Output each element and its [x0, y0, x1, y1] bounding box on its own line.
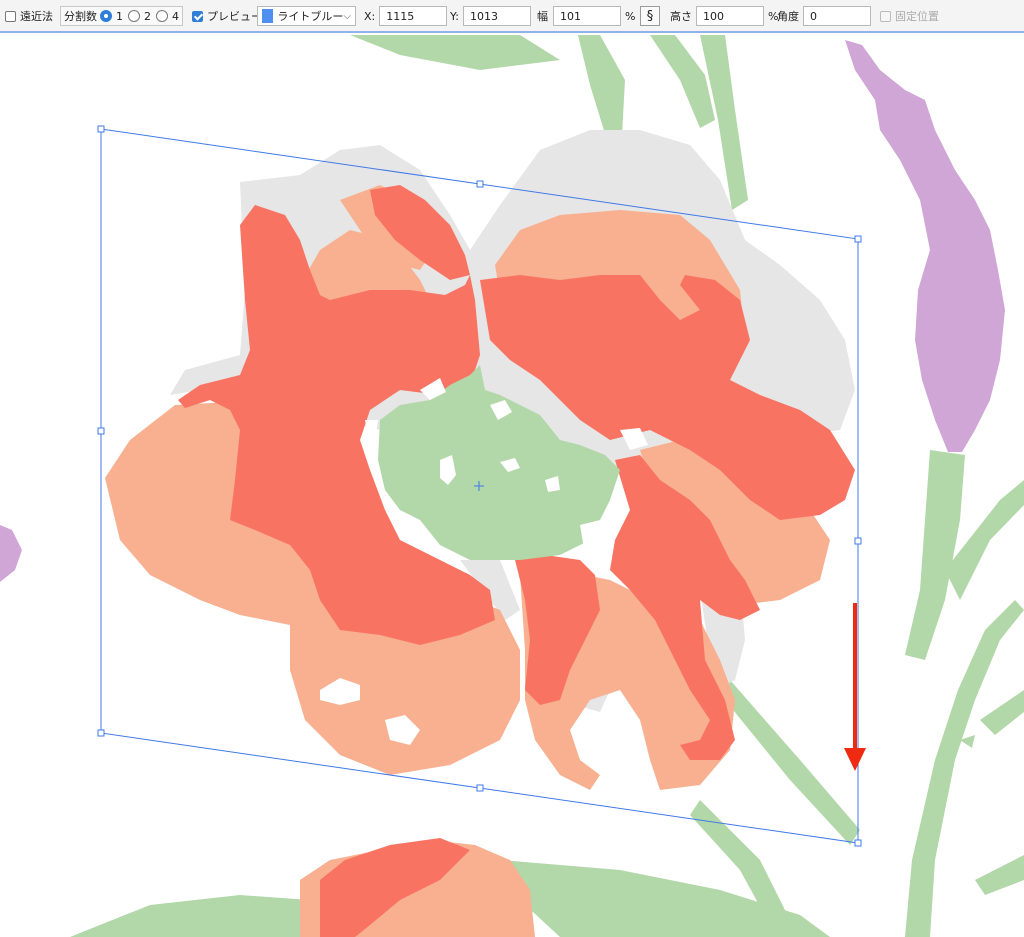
chevron-down-icon: ⌵	[343, 10, 351, 22]
fixed-position-label: 固定位置	[895, 10, 939, 23]
width-group: 幅 %	[537, 6, 635, 26]
handle-bottom-left[interactable]	[97, 729, 105, 737]
division-radio-4[interactable]	[156, 10, 168, 22]
y-input[interactable]	[462, 6, 531, 26]
down-arrow-icon	[844, 603, 866, 771]
preview-checkbox[interactable]	[192, 10, 203, 22]
division-option-4: 4	[172, 9, 179, 23]
drawing-canvas[interactable]	[0, 35, 1024, 937]
handle-bottom-right[interactable]	[854, 839, 862, 847]
y-group: Y:	[450, 6, 531, 26]
width-label: 幅	[537, 10, 548, 23]
height-group: 高さ %	[670, 6, 778, 26]
handle-top-left[interactable]	[97, 125, 105, 133]
perspective-label: 遠近法	[20, 10, 53, 23]
division-option-1: 1	[116, 9, 123, 23]
perspective-toggle[interactable]: 遠近法	[5, 6, 53, 26]
handle-top-center[interactable]	[476, 180, 484, 188]
handle-middle-left[interactable]	[97, 427, 105, 435]
color-dropdown[interactable]: ライトブルー ⌵	[257, 6, 356, 26]
width-unit: %	[625, 9, 636, 23]
preview-toggle[interactable]: プレビュー	[192, 6, 262, 26]
handle-bottom-center[interactable]	[476, 784, 484, 792]
width-input[interactable]	[553, 6, 621, 26]
x-group: X:	[364, 6, 448, 26]
height-label: 高さ	[670, 10, 692, 23]
color-swatch	[262, 9, 274, 23]
handle-top-right[interactable]	[854, 235, 862, 243]
division-option-2: 2	[144, 9, 151, 23]
division-radio-1[interactable]	[100, 10, 112, 22]
x-label: X:	[364, 9, 376, 23]
perspective-checkbox[interactable]	[5, 10, 16, 22]
fixed-position-checkbox[interactable]	[880, 10, 891, 22]
angle-input[interactable]	[803, 6, 871, 26]
aspect-link-button[interactable]: §	[640, 6, 660, 26]
chain-link-icon: §	[646, 8, 654, 24]
transform-toolbar: 遠近法 分割数 1 2 4 プレビュー ライトブルー ⌵ X: Y: 幅 % §…	[0, 0, 1024, 33]
x-input[interactable]	[379, 6, 448, 26]
divisions-label: 分割数	[64, 10, 97, 23]
y-label: Y:	[450, 9, 459, 23]
angle-group: 角度	[777, 6, 871, 26]
height-input[interactable]	[696, 6, 764, 26]
handle-middle-right[interactable]	[854, 537, 862, 545]
divisions-group: 分割数 1 2 4	[60, 6, 183, 26]
color-dropdown-value: ライトブルー	[277, 10, 344, 23]
division-radio-2[interactable]	[128, 10, 140, 22]
fixed-position-toggle[interactable]: 固定位置	[880, 6, 939, 26]
angle-label: 角度	[777, 10, 799, 23]
preview-label: プレビュー	[207, 10, 262, 23]
